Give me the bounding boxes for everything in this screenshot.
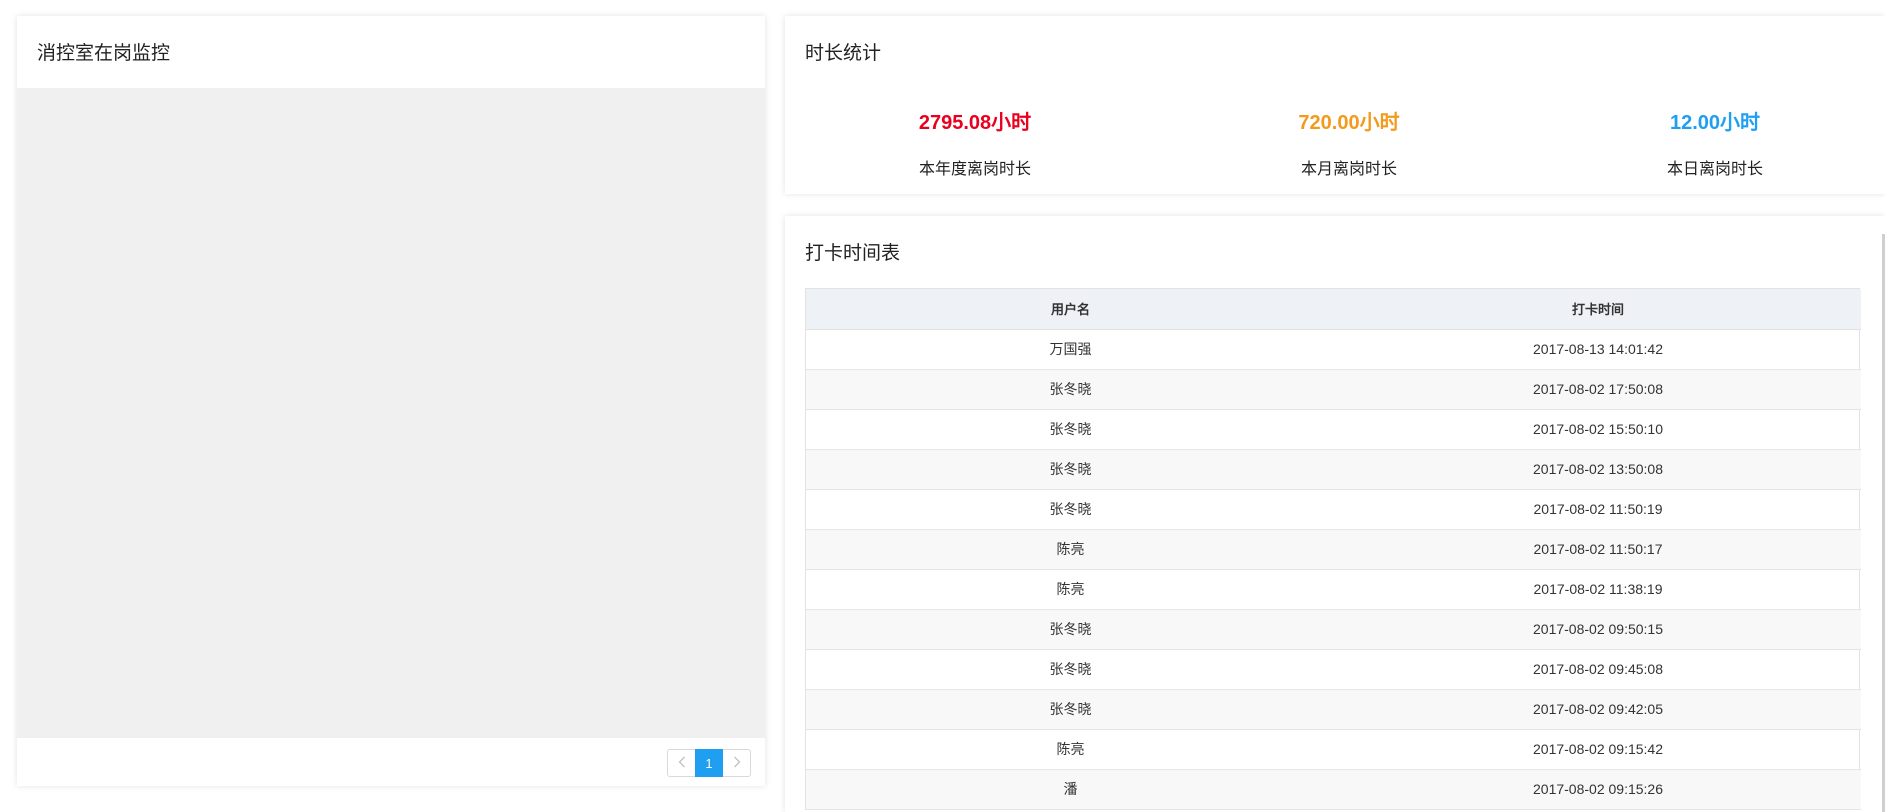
cell-checkin-time: 2017-08-02 15:50:10 <box>1335 409 1861 450</box>
duration-stats-panel: 时长统计 2795.08小时 本年度离岗时长 720.00小时 本月离岗时长 1… <box>785 16 1885 194</box>
cell-checkin-time: 2017-08-02 11:50:17 <box>1335 529 1861 570</box>
cell-checkin-time: 2017-08-02 11:50:19 <box>1335 489 1861 530</box>
chevron-left-icon <box>678 755 686 771</box>
cell-checkin-time: 2017-08-02 11:38:19 <box>1335 569 1861 610</box>
checkin-title: 打卡时间表 <box>805 243 901 264</box>
stat-month-label: 本月离岗时长 <box>1300 161 1397 178</box>
cell-username: 潘 <box>806 769 1335 810</box>
table-row[interactable]: 张冬晓 2017-08-02 09:42:05 <box>806 689 1861 730</box>
stats-title: 时长统计 <box>805 43 882 64</box>
stat-year: 2795.08小时 本年度离岗时长 <box>825 110 1125 179</box>
cell-checkin-time: 2017-08-02 09:15:42 <box>1335 729 1861 770</box>
pagination: 1 <box>667 749 751 777</box>
checkin-table-wrap: 用户名 打卡时间 万国强 2017-08-13 14:01:42 张冬晓 2017-0… <box>805 288 1861 810</box>
monitor-panel: 消控室在岗监控 1 <box>17 16 765 786</box>
table-body: 万国强 2017-08-13 14:01:42 张冬晓 2017-08-02 17:5… <box>806 329 1861 810</box>
cell-checkin-time: 2017-08-02 09:50:15 <box>1335 609 1861 650</box>
column-header-checkin-time[interactable]: 打卡时间 <box>1335 289 1861 330</box>
cell-checkin-time: 2017-08-02 09:15:26 <box>1335 769 1861 810</box>
cell-username: 陈亮 <box>806 569 1335 610</box>
cell-checkin-time: 2017-08-02 09:45:08 <box>1335 649 1861 690</box>
cell-username: 陈亮 <box>806 729 1335 770</box>
pagination-next-button[interactable] <box>723 749 751 777</box>
table-row[interactable]: 陈亮 2017-08-02 11:50:17 <box>806 529 1861 570</box>
cell-checkin-time: 2017-08-02 13:50:08 <box>1335 449 1861 490</box>
cell-username: 张冬晓 <box>806 609 1335 650</box>
monitor-title: 消控室在岗监控 <box>37 43 171 64</box>
table-row[interactable]: 张冬晓 2017-08-02 17:50:08 <box>806 369 1861 410</box>
cell-checkin-time: 2017-08-13 14:01:42 <box>1335 329 1861 370</box>
video-monitor-area[interactable] <box>17 88 765 738</box>
stat-month: 720.00小时 本月离岗时长 <box>1199 110 1499 179</box>
stat-month-value: 720.00小时 <box>1298 112 1400 134</box>
checkin-table: 用户名 打卡时间 万国强 2017-08-13 14:01:42 张冬晓 2017-0… <box>806 289 1861 810</box>
cell-checkin-time: 2017-08-02 09:42:05 <box>1335 689 1861 730</box>
table-row[interactable]: 万国强 2017-08-13 14:01:42 <box>806 329 1861 370</box>
table-header-row: 用户名 打卡时间 <box>806 289 1861 330</box>
cell-username: 张冬晓 <box>806 409 1335 450</box>
cell-username: 万国强 <box>806 329 1335 370</box>
cell-username: 陈亮 <box>806 529 1335 570</box>
checkin-panel: 打卡时间表 用户名 打卡时间 万国强 2017-08-13 14:01:42 张冬晓… <box>785 216 1885 812</box>
cell-username: 张冬晓 <box>806 369 1335 410</box>
stat-day-value: 12.00小时 <box>1669 112 1761 134</box>
table-row[interactable]: 潘 2017-08-02 09:15:26 <box>806 769 1861 810</box>
cell-username: 张冬晓 <box>806 489 1335 530</box>
stat-day-label: 本日离岗时长 <box>1666 161 1763 178</box>
cell-username: 张冬晓 <box>806 649 1335 690</box>
column-header-username[interactable]: 用户名 <box>806 289 1335 330</box>
pagination-prev-button[interactable] <box>667 749 695 777</box>
table-row[interactable]: 陈亮 2017-08-02 11:38:19 <box>806 569 1861 610</box>
chevron-right-icon <box>733 755 741 771</box>
table-row[interactable]: 张冬晓 2017-08-02 09:45:08 <box>806 649 1861 690</box>
cell-username: 张冬晓 <box>806 449 1335 490</box>
stat-year-label: 本年度离岗时长 <box>918 161 1031 178</box>
table-row[interactable]: 陈亮 2017-08-02 09:15:42 <box>806 729 1861 770</box>
stat-day: 12.00小时 本日离岗时长 <box>1565 110 1865 179</box>
pagination-page-current[interactable]: 1 <box>695 749 723 777</box>
cell-checkin-time: 2017-08-02 17:50:08 <box>1335 369 1861 410</box>
table-row[interactable]: 张冬晓 2017-08-02 09:50:15 <box>806 609 1861 650</box>
stat-year-value: 2795.08小时 <box>918 112 1032 134</box>
table-row[interactable]: 张冬晓 2017-08-02 11:50:19 <box>806 489 1861 530</box>
table-row[interactable]: 张冬晓 2017-08-02 15:50:10 <box>806 409 1861 450</box>
table-row[interactable]: 张冬晓 2017-08-02 13:50:08 <box>806 449 1861 490</box>
cell-username: 张冬晓 <box>806 689 1335 730</box>
